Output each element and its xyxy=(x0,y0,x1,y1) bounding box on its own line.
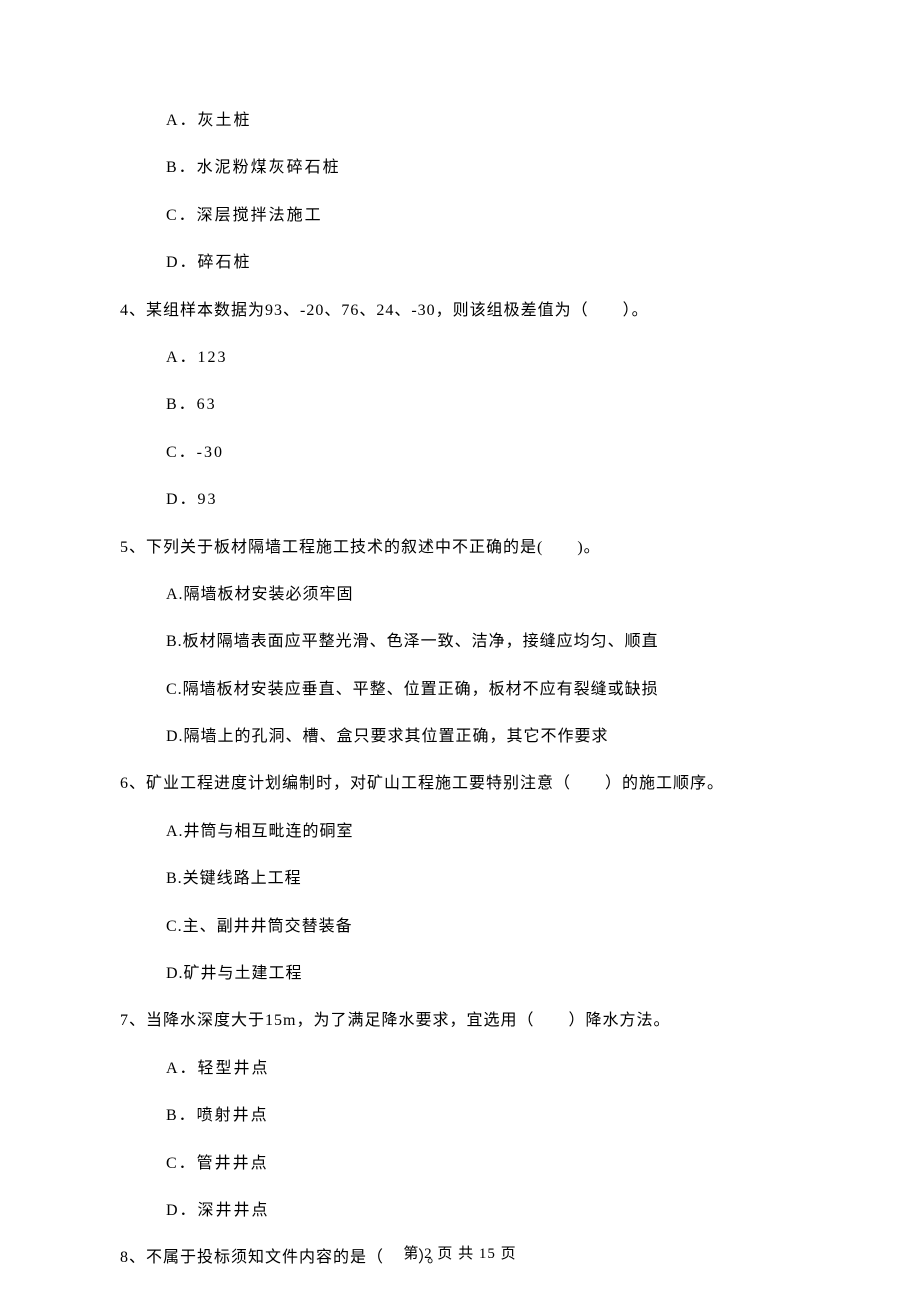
page-footer: 第 2 页 共 15 页 xyxy=(0,1244,920,1265)
option-7c: C．管井井点 xyxy=(166,1153,800,1175)
option-6a: A.井筒与相互毗连的硐室 xyxy=(166,821,800,843)
option-5a: A.隔墙板材安装必须牢固 xyxy=(166,584,800,606)
option-6c: C.主、副井井筒交替装备 xyxy=(166,916,800,938)
question-6: 6、矿业工程进度计划编制时，对矿山工程施工要特别注意（ ）的施工顺序。 xyxy=(120,773,800,795)
option-b: B．水泥粉煤灰碎石桩 xyxy=(166,157,800,179)
option-7a: A．轻型井点 xyxy=(166,1058,800,1080)
option-5d: D.隔墙上的孔洞、槽、盒只要求其位置正确，其它不作要求 xyxy=(166,726,800,748)
option-d: D．碎石桩 xyxy=(166,252,800,274)
option-7d: D．深井井点 xyxy=(166,1200,800,1222)
page-content: A．灰土桩 B．水泥粉煤灰碎石桩 C．深层搅拌法施工 D．碎石桩 4、某组样本数… xyxy=(0,0,920,1270)
question-4: 4、某组样本数据为93、-20、76、24、-30，则该组极差值为（ ）。 xyxy=(120,300,800,322)
option-4b: B．63 xyxy=(166,394,800,416)
option-4d: D．93 xyxy=(166,489,800,511)
option-4a: A．123 xyxy=(166,347,800,369)
option-5c: C.隔墙板材安装应垂直、平整、位置正确，板材不应有裂缝或缺损 xyxy=(166,679,800,701)
question-7: 7、当降水深度大于15m，为了满足降水要求，宜选用（ ）降水方法。 xyxy=(120,1010,800,1032)
option-6d: D.矿井与土建工程 xyxy=(166,963,800,985)
option-6b: B.关键线路上工程 xyxy=(166,868,800,890)
option-7b: B．喷射井点 xyxy=(166,1105,800,1127)
option-a: A．灰土桩 xyxy=(166,110,800,132)
option-c: C．深层搅拌法施工 xyxy=(166,205,800,227)
option-5b: B.板材隔墙表面应平整光滑、色泽一致、洁净，接缝应均匀、顺直 xyxy=(166,631,800,653)
question-5: 5、下列关于板材隔墙工程施工技术的叙述中不正确的是( )。 xyxy=(120,537,800,559)
option-4c: C．-30 xyxy=(166,442,800,464)
